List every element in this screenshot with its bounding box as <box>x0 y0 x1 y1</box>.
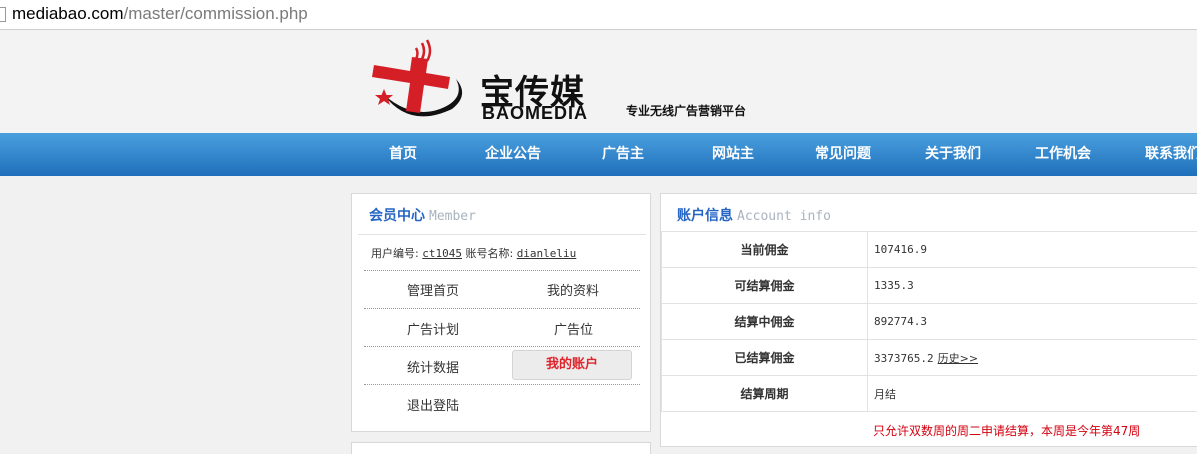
row-label-settled-commission: 已结算佣金 <box>661 339 868 376</box>
row-value-settleable-commission: 1335.3 <box>867 267 1197 304</box>
commission-table: 当前佣金 107416.9 可结算佣金 1335.3 结算中佣金 892774.… <box>661 231 1197 412</box>
divider <box>364 346 640 347</box>
row-value-settlement-cycle: 月结 <box>867 375 1197 412</box>
table-row: 可结算佣金 1335.3 <box>661 267 1197 304</box>
logo-english-text: BAOMEDIA <box>482 103 588 123</box>
main-nav: 首页 企业公告 广告主 网站主 常见问题 关于我们 工作机会 联系我们 <box>0 133 1197 176</box>
divider <box>364 384 640 385</box>
address-bar[interactable]: mediabao.com/master/commission.php <box>0 0 1197 30</box>
member-panel-title: 会员中心 Member <box>369 205 476 225</box>
account-info-panel: 账户信息 Account info 当前佣金 107416.9 可结算佣金 133… <box>660 193 1197 447</box>
url-text[interactable]: mediabao.com/master/commission.php <box>12 4 308 24</box>
member-title-en: Member <box>429 209 476 224</box>
nav-item-home[interactable]: 首页 <box>389 133 417 176</box>
site-header: 宝传媒 BAOMEDIA 专业无线广告营销平台 <box>0 31 1197 133</box>
account-name-label: 账号名称: <box>465 247 514 260</box>
divider <box>364 308 640 309</box>
nav-item-jobs[interactable]: 工作机会 <box>1035 133 1091 176</box>
site-slogan: 专业无线广告营销平台 <box>626 104 747 118</box>
row-value-pending-commission: 892774.3 <box>867 303 1197 340</box>
baomedia-logo-icon <box>372 39 463 117</box>
divider <box>364 270 640 271</box>
user-id-label: 用户编号: <box>371 247 419 260</box>
settled-amount: 3373765.2 <box>874 351 934 365</box>
divider <box>358 234 646 235</box>
page-icon <box>0 7 6 22</box>
nav-item-contact[interactable]: 联系我们 <box>1145 133 1197 176</box>
user-id-link[interactable]: ct1045 <box>422 247 462 260</box>
nav-item-faq[interactable]: 常见问题 <box>815 133 871 176</box>
history-link[interactable]: 历史>> <box>938 352 978 365</box>
row-label-pending-commission: 结算中佣金 <box>661 303 868 340</box>
nav-item-advertisers[interactable]: 广告主 <box>602 133 644 176</box>
row-label-settlement-cycle: 结算周期 <box>661 375 868 412</box>
row-value-current-commission: 107416.9 <box>867 231 1197 268</box>
menu-ad-slots[interactable]: 广告位 <box>554 319 593 338</box>
table-row: 已结算佣金 3373765.2 历史>> <box>661 339 1197 376</box>
nav-item-publishers[interactable]: 网站主 <box>712 133 754 176</box>
member-title-cn: 会员中心 <box>369 208 425 224</box>
row-label-settleable-commission: 可结算佣金 <box>661 267 868 304</box>
row-label-current-commission: 当前佣金 <box>661 231 868 268</box>
menu-admin-home[interactable]: 管理首页 <box>407 280 459 299</box>
table-row: 结算中佣金 892774.3 <box>661 303 1197 340</box>
account-name-link[interactable]: dianleliu <box>517 247 577 260</box>
menu-statistics[interactable]: 统计数据 <box>407 357 459 376</box>
settlement-notice: 只允许双数周的周二申请结算，本周是今年第47周 <box>873 424 1141 438</box>
site-logo[interactable]: 宝传媒 BAOMEDIA <box>370 37 610 125</box>
menu-my-account[interactable]: 我的账户 <box>512 350 632 380</box>
account-panel-title: 账户信息 Account info <box>677 205 831 225</box>
menu-ad-plans[interactable]: 广告计划 <box>407 319 459 338</box>
account-title-en: Account info <box>737 209 831 224</box>
account-title-cn: 账户信息 <box>677 208 733 224</box>
nav-item-about[interactable]: 关于我们 <box>925 133 981 176</box>
secondary-panel <box>351 442 651 454</box>
member-center-panel: 会员中心 Member 用户编号: ct1045 账号名称: dianleliu … <box>351 193 651 432</box>
menu-my-profile[interactable]: 我的资料 <box>547 280 599 299</box>
nav-item-announcements[interactable]: 企业公告 <box>485 133 541 176</box>
url-path: /master/commission.php <box>123 4 308 23</box>
table-row: 当前佣金 107416.9 <box>661 231 1197 268</box>
table-row: 结算周期 月结 <box>661 375 1197 412</box>
url-host: mediabao.com <box>12 4 124 23</box>
row-value-settled-commission: 3373765.2 历史>> <box>867 339 1197 376</box>
menu-logout[interactable]: 退出登陆 <box>407 395 459 414</box>
user-info: 用户编号: ct1045 账号名称: dianleliu <box>371 245 576 261</box>
